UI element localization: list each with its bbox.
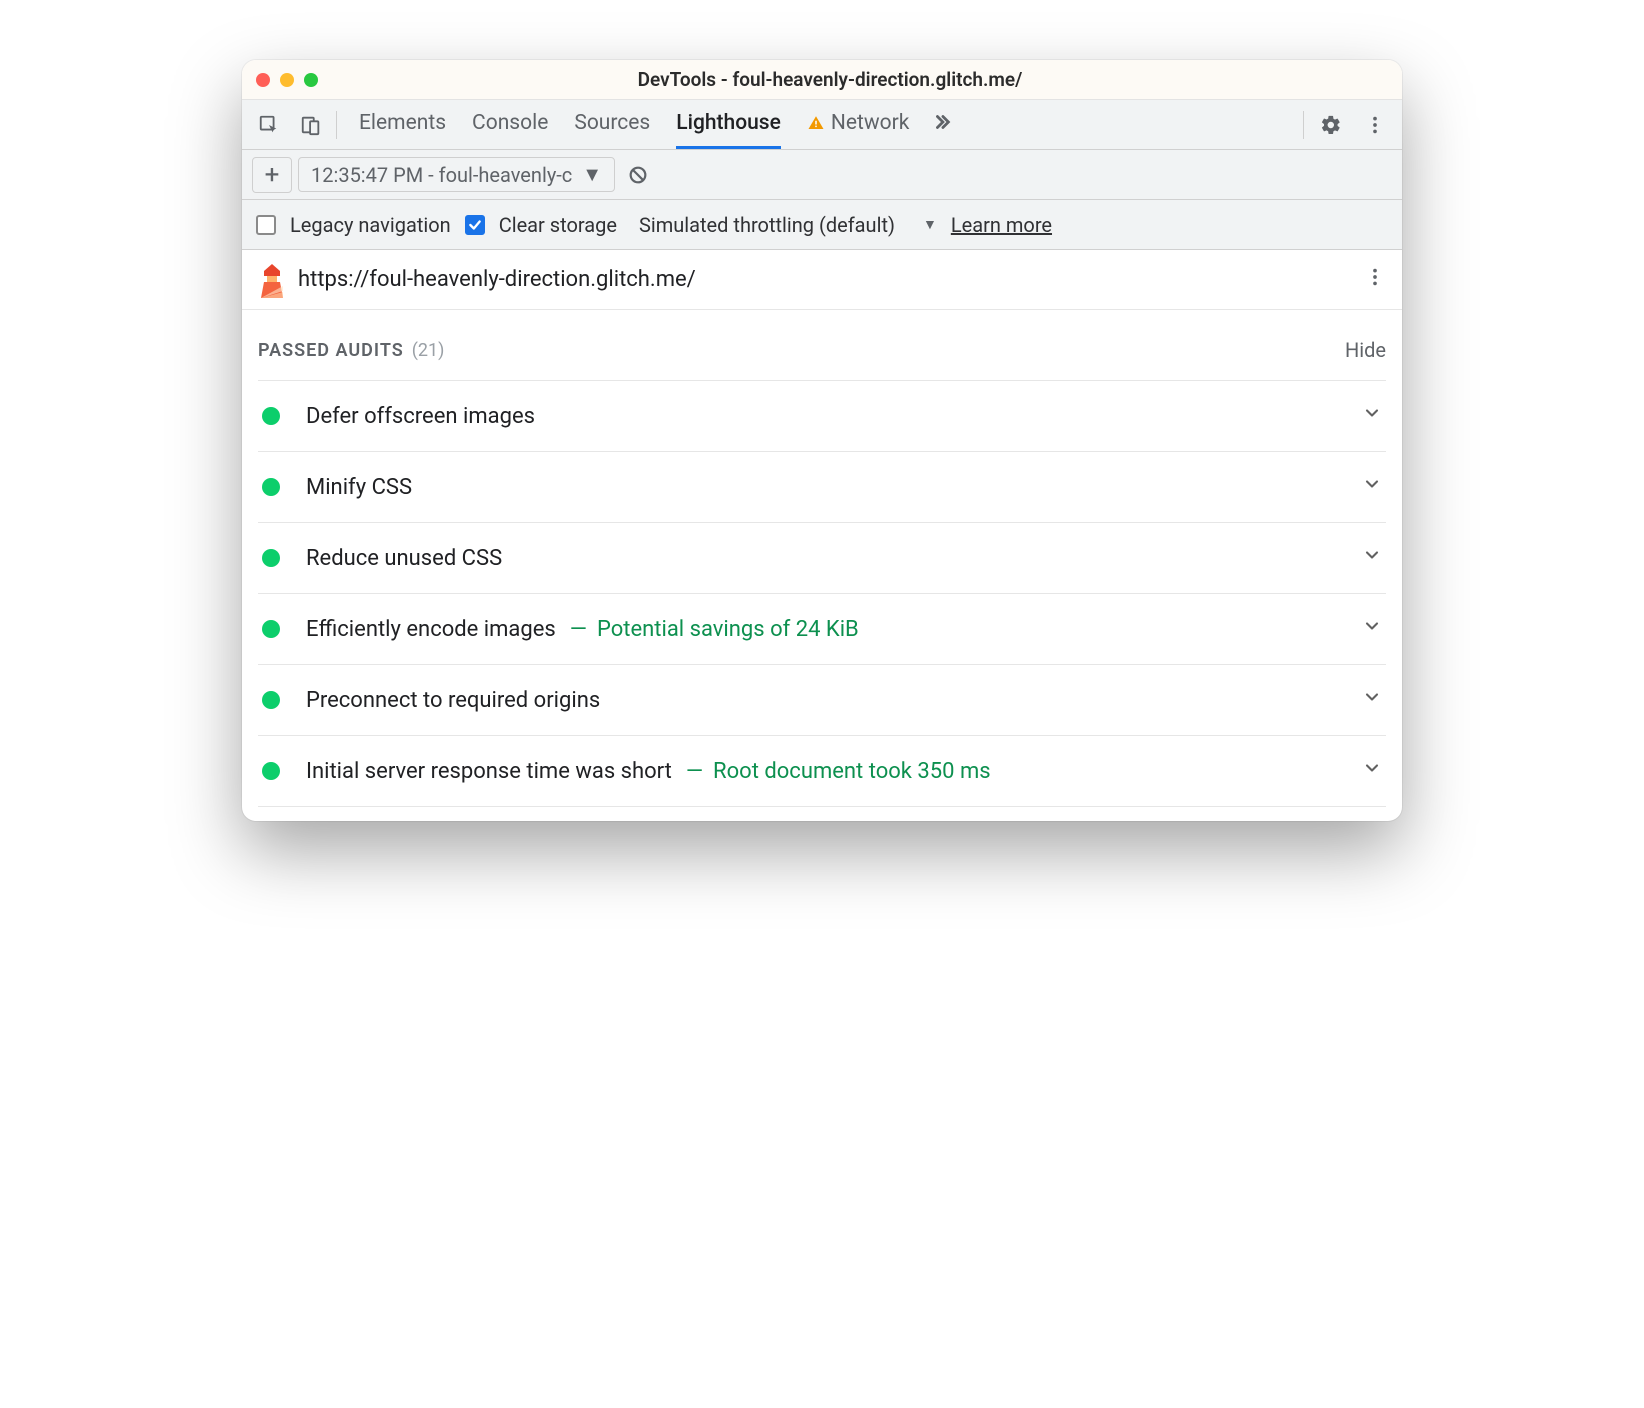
separator xyxy=(1303,111,1304,139)
throttling-dropdown-icon[interactable]: ▼ xyxy=(923,216,937,233)
section-label: PASSED AUDITS xyxy=(258,340,404,361)
close-window-button[interactable] xyxy=(256,73,270,87)
legacy-navigation-checkbox[interactable] xyxy=(256,215,276,235)
throttling-label: Simulated throttling (default) xyxy=(639,213,895,237)
audit-row[interactable]: Initial server response time was short —… xyxy=(258,735,1386,807)
device-toolbar-icon[interactable] xyxy=(294,108,328,142)
titlebar: DevTools - foul-heavenly-direction.glitc… xyxy=(242,60,1402,100)
tab-label: Console xyxy=(472,111,548,135)
audit-title: Preconnect to required origins xyxy=(306,688,600,713)
window-title: DevTools - foul-heavenly-direction.glitc… xyxy=(272,68,1388,91)
lighthouse-toolbar: + 12:35:47 PM - foul-heavenly-c ▼ xyxy=(242,150,1402,200)
audit-row[interactable]: Efficiently encode images — Potential sa… xyxy=(258,593,1386,664)
tab-label: Lighthouse xyxy=(676,111,781,135)
tab-sources[interactable]: Sources xyxy=(574,100,650,149)
audit-title: Defer offscreen images xyxy=(306,404,535,429)
pass-dot-icon xyxy=(262,691,280,709)
clear-storage-label: Clear storage xyxy=(499,213,617,237)
pass-dot-icon xyxy=(262,620,280,638)
audit-detail: Potential savings of 24 KiB xyxy=(597,617,859,642)
pass-dot-icon xyxy=(262,762,280,780)
tab-label: Sources xyxy=(574,111,650,135)
learn-more-link[interactable]: Learn more xyxy=(951,213,1052,237)
detail-dash: — xyxy=(686,759,703,784)
audit-title: Initial server response time was short xyxy=(306,759,672,784)
kebab-menu-icon[interactable] xyxy=(1358,108,1392,142)
tab-elements[interactable]: Elements xyxy=(359,100,446,149)
inspect-element-icon[interactable] xyxy=(252,108,286,142)
detail-dash: — xyxy=(570,617,587,642)
tab-network[interactable]: Network xyxy=(807,100,910,149)
audits-list: Defer offscreen images Minify CSS Reduce… xyxy=(242,380,1402,821)
lighthouse-logo-icon xyxy=(258,264,284,296)
tab-lighthouse[interactable]: Lighthouse xyxy=(676,100,781,149)
audit-detail: Root document took 350 ms xyxy=(713,759,991,784)
page-url: https://foul-heavenly-direction.glitch.m… xyxy=(298,267,696,292)
lighthouse-options: Legacy navigation Clear storage Simulate… xyxy=(242,200,1402,250)
hide-button[interactable]: Hide xyxy=(1345,338,1386,362)
panel-tabs: Elements Console Sources Lighthouse Netw… xyxy=(359,100,909,149)
pass-dot-icon xyxy=(262,478,280,496)
legacy-navigation-label: Legacy navigation xyxy=(290,213,451,237)
clear-storage-checkbox[interactable] xyxy=(465,215,485,235)
audit-title: Minify CSS xyxy=(306,475,412,500)
section-count: (21) xyxy=(412,340,445,361)
audit-row[interactable]: Preconnect to required origins xyxy=(258,664,1386,735)
report-label: 12:35:47 PM - foul-heavenly-c xyxy=(311,163,572,187)
audit-row[interactable]: Reduce unused CSS xyxy=(258,522,1386,593)
tab-label: Network xyxy=(831,111,910,135)
warning-icon xyxy=(807,114,825,132)
report-header: https://foul-heavenly-direction.glitch.m… xyxy=(242,250,1402,310)
chevron-down-icon xyxy=(1362,687,1382,713)
pass-dot-icon xyxy=(262,549,280,567)
tab-console[interactable]: Console xyxy=(472,100,548,149)
report-selector[interactable]: 12:35:47 PM - foul-heavenly-c ▼ xyxy=(298,157,615,192)
report-menu-icon[interactable] xyxy=(1364,266,1386,294)
audit-title: Efficiently encode images xyxy=(306,617,556,642)
pass-dot-icon xyxy=(262,407,280,425)
audit-title: Reduce unused CSS xyxy=(306,546,502,571)
devtools-window: DevTools - foul-heavenly-direction.glitc… xyxy=(242,60,1402,821)
new-report-button[interactable]: + xyxy=(252,157,292,193)
tab-label: Elements xyxy=(359,111,446,135)
chevron-down-icon xyxy=(1362,545,1382,571)
chevron-down-icon xyxy=(1362,616,1382,642)
chevron-down-icon xyxy=(1362,758,1382,784)
dropdown-triangle-icon: ▼ xyxy=(582,162,602,187)
separator xyxy=(336,111,337,139)
audit-row[interactable]: Minify CSS xyxy=(258,451,1386,522)
devtools-tabbar: Elements Console Sources Lighthouse Netw… xyxy=(242,100,1402,150)
passed-audits-header[interactable]: PASSED AUDITS (21) Hide xyxy=(242,310,1402,380)
more-tabs-icon[interactable] xyxy=(931,111,953,139)
clear-icon[interactable] xyxy=(621,158,655,192)
chevron-down-icon xyxy=(1362,403,1382,429)
audit-row[interactable]: Defer offscreen images xyxy=(258,380,1386,451)
chevron-down-icon xyxy=(1362,474,1382,500)
settings-icon[interactable] xyxy=(1314,108,1348,142)
